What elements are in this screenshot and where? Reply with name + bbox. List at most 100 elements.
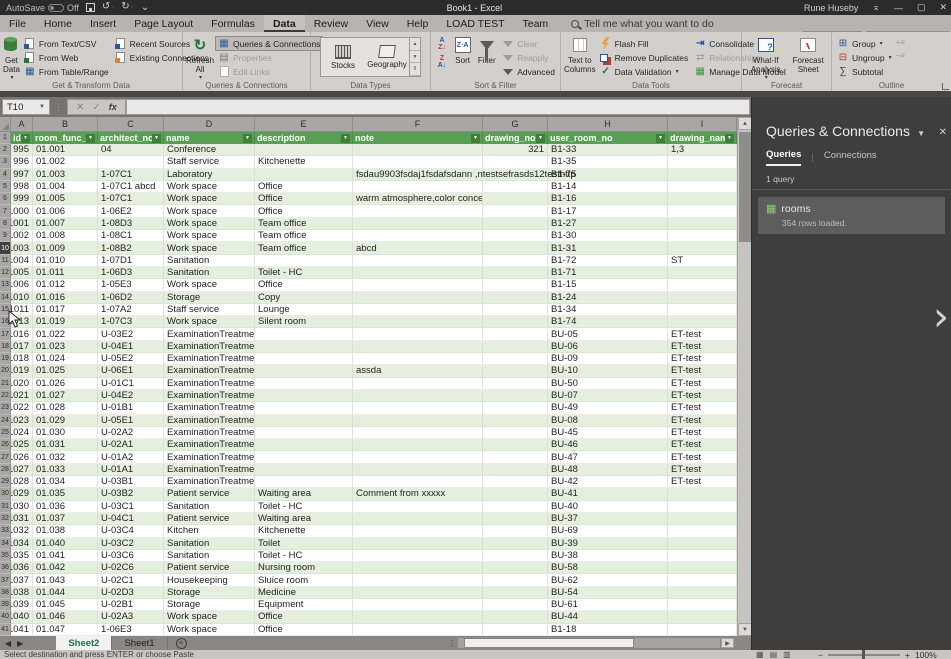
cell-user_room_no[interactable]: BU-44 <box>548 611 668 624</box>
cell-architect_no[interactable]: U-06E1 <box>98 365 164 378</box>
cell-drawing_name[interactable] <box>668 156 737 169</box>
cell-user_room_no[interactable]: BU-62 <box>548 574 668 587</box>
cell-drawing_no[interactable] <box>483 266 548 280</box>
cell-user_room_no[interactable]: B1-17 <box>548 205 668 218</box>
cell-id[interactable]: 1037 <box>11 574 33 587</box>
table-header-description[interactable]: description ▼ <box>255 132 353 144</box>
cell-drawing_no[interactable] <box>483 476 548 489</box>
cell-architect_no[interactable]: U-02A2 <box>98 426 164 440</box>
filter-dropdown-icon[interactable]: ▼ <box>243 133 252 143</box>
cell-note[interactable] <box>353 217 483 231</box>
column-header-c[interactable]: C <box>98 117 164 132</box>
cell-user_room_no[interactable]: B1-35 <box>548 156 668 169</box>
row-header-5[interactable]: 5 <box>0 180 11 194</box>
save-icon[interactable] <box>85 3 95 12</box>
sort-za-button[interactable]: Z A↓ <box>434 55 450 69</box>
cell-id[interactable]: 995 <box>11 144 33 157</box>
cell-note[interactable]: Comment from xxxxx <box>353 488 483 501</box>
customize-qat-icon[interactable]: ⌄ <box>141 2 149 13</box>
cell-drawing_no[interactable] <box>483 414 548 427</box>
cell-architect_no[interactable]: U-03C4 <box>98 525 164 538</box>
cell-description[interactable]: Office <box>255 611 353 624</box>
row-header-40[interactable]: 40 <box>0 611 11 624</box>
cell-user_room_no[interactable]: B1-24 <box>548 291 668 304</box>
edit-links-button[interactable]: Edit Links <box>216 65 322 78</box>
cell-drawing_no[interactable] <box>483 217 548 231</box>
cell-user_room_no[interactable]: B1-18 <box>548 623 668 636</box>
ribbon-display-options-icon[interactable]: ⌅ <box>872 2 880 13</box>
cell-note[interactable] <box>353 328 483 341</box>
menu-tab-data[interactable]: Data <box>263 15 305 32</box>
cell-note[interactable]: assda <box>353 365 483 378</box>
cell-room_func_no[interactable]: 01.040 <box>33 537 98 550</box>
row-header-20[interactable]: 20 <box>0 365 11 378</box>
cell-name[interactable]: Laboratory <box>164 168 255 181</box>
cell-name[interactable]: Sanitation <box>164 500 255 513</box>
cell-id[interactable]: 1036 <box>11 562 33 575</box>
cell-name[interactable]: Storage <box>164 291 255 304</box>
get-data-button[interactable]: Get Data ▾ <box>3 34 20 83</box>
cell-room_func_no[interactable]: 01.036 <box>33 500 98 513</box>
cell-name[interactable]: ExaminationTreatment <box>164 402 255 415</box>
cell-architect_no[interactable]: U-03C2 <box>98 537 164 550</box>
add-sheet-button[interactable]: + <box>175 637 187 649</box>
outline-dialog-launcher[interactable] <box>942 83 949 90</box>
cell-room_func_no[interactable]: 01.002 <box>33 156 98 169</box>
cell-name[interactable]: Work space <box>164 316 255 329</box>
cell-note[interactable] <box>353 316 483 329</box>
page-layout-view-icon[interactable]: ▤ <box>770 650 778 659</box>
table-header-name[interactable]: name ▼ <box>164 132 255 144</box>
cell-note[interactable] <box>353 562 483 575</box>
cell-id[interactable]: 1019 <box>11 365 33 378</box>
cell-architect_no[interactable]: 04 <box>98 144 164 157</box>
cell-note[interactable] <box>353 414 483 427</box>
vertical-scroll-thumb[interactable] <box>739 132 751 242</box>
cell-drawing_name[interactable]: ET-test <box>668 451 737 464</box>
cell-name[interactable]: Conference <box>164 144 255 157</box>
cell-user_room_no[interactable]: BU-45 <box>548 426 668 440</box>
cell-note[interactable] <box>353 500 483 513</box>
cell-drawing_name[interactable]: ET-test <box>668 389 737 403</box>
cell-note[interactable] <box>353 230 483 243</box>
cell-description[interactable]: Toilet <box>255 537 353 550</box>
cell-drawing_no[interactable] <box>483 205 548 218</box>
cell-drawing_name[interactable] <box>668 598 737 612</box>
cell-note[interactable]: warm atmosphere,color concept <box>353 193 483 206</box>
cell-drawing_name[interactable] <box>668 623 737 636</box>
cell-drawing_name[interactable]: ET-test <box>668 414 737 427</box>
cell-description[interactable]: Equipment <box>255 598 353 612</box>
cell-drawing_name[interactable] <box>668 266 737 280</box>
cell-room_func_no[interactable]: 01.024 <box>33 353 98 366</box>
formula-bar-handle[interactable]: ⋮ <box>50 102 67 113</box>
cell-architect_no[interactable]: U-02A3 <box>98 611 164 624</box>
row-header-25[interactable]: 25 <box>0 426 11 440</box>
cell-name[interactable]: ExaminationTreatment <box>164 476 255 489</box>
cell-id[interactable]: 1027 <box>11 463 33 477</box>
name-box[interactable]: T10 ▼ <box>2 99 50 115</box>
cell-description[interactable]: Office <box>255 279 353 292</box>
cell-description[interactable]: Kitchenette <box>255 525 353 538</box>
scroll-up-icon[interactable]: ▲ <box>738 117 752 130</box>
cell-note[interactable] <box>353 439 483 452</box>
cell-id[interactable]: 997 <box>11 168 33 181</box>
insert-function-icon[interactable]: fx <box>109 102 117 112</box>
menu-tab-page-layout[interactable]: Page Layout <box>125 15 202 32</box>
cell-drawing_no[interactable] <box>483 353 548 366</box>
cell-note[interactable] <box>353 156 483 169</box>
filter-dropdown-icon[interactable]: ▼ <box>471 133 480 143</box>
row-header-12[interactable]: 12 <box>0 266 11 280</box>
cell-room_func_no[interactable]: 01.046 <box>33 611 98 624</box>
cell-room_func_no[interactable]: 01.029 <box>33 414 98 427</box>
cell-drawing_name[interactable] <box>668 193 737 206</box>
row-header-1[interactable]: 1 <box>0 132 11 144</box>
cell-user_room_no[interactable]: B1-34 <box>548 303 668 317</box>
cell-name[interactable]: ExaminationTreatment <box>164 463 255 477</box>
cell-drawing_name[interactable]: ET-test <box>668 353 737 366</box>
cell-note[interactable] <box>353 476 483 489</box>
table-header-user_room_no[interactable]: user_room_no ▼ <box>548 132 668 144</box>
column-header-g[interactable]: G <box>483 117 548 132</box>
cell-drawing_no[interactable] <box>483 611 548 624</box>
cell-room_func_no[interactable]: 01.004 <box>33 180 98 194</box>
normal-view-icon[interactable]: ▦ <box>756 650 764 659</box>
filter-dropdown-icon[interactable]: ▼ <box>656 133 665 143</box>
